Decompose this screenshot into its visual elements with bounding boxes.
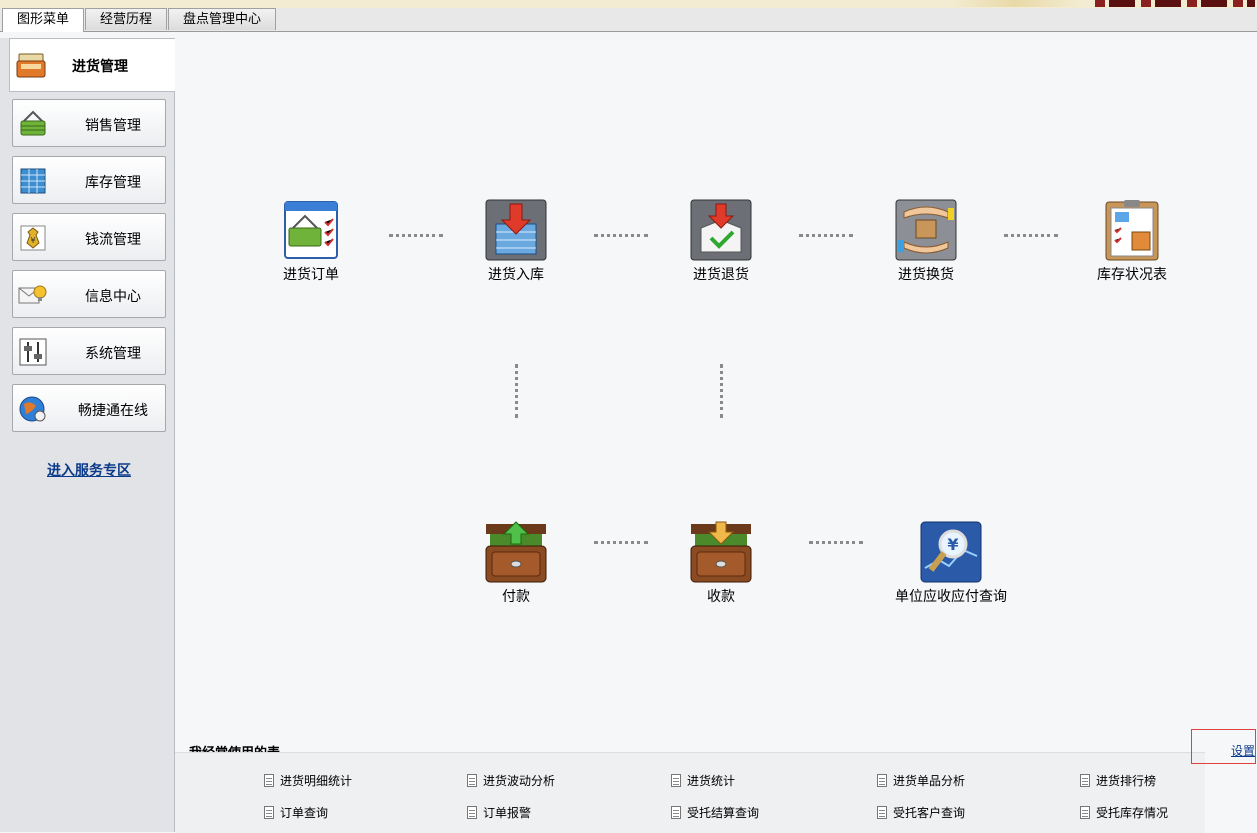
tab-bar: 图形菜单 经营历程 盘点管理中心 <box>0 8 1257 32</box>
exchange-goods-icon <box>894 198 958 262</box>
flow-connector <box>594 234 648 237</box>
favorite-report-link[interactable]: 进货波动分析 <box>467 772 555 789</box>
flow-purchase-return[interactable]: 进货退货 <box>681 198 761 284</box>
sidebar-item-cashflow[interactable]: ¥ 钱流管理 <box>12 213 166 261</box>
shelf-grid-icon <box>18 166 48 196</box>
envelope-bulb-icon <box>18 280 48 310</box>
sidebar-item-label: 库存管理 <box>85 175 141 191</box>
sidebar-item-inventory[interactable]: 库存管理 <box>12 156 166 204</box>
document-icon <box>1080 806 1090 819</box>
document-icon <box>1080 774 1090 787</box>
flow-label: 进货退货 <box>693 267 749 283</box>
banner-decoration <box>1095 0 1255 7</box>
svg-text:¥: ¥ <box>30 236 35 245</box>
tab-business-history[interactable]: 经营历程 <box>85 8 167 30</box>
flow-label: 进货订单 <box>283 267 339 283</box>
settings-sliders-icon <box>18 337 48 367</box>
favorite-report-label: 进货波动分析 <box>483 774 556 788</box>
document-icon <box>467 774 477 787</box>
sidebar-item-label: 钱流管理 <box>85 232 141 248</box>
flow-label: 单位应收应付查询 <box>895 589 1007 605</box>
favorite-report-link[interactable]: 受托客户查询 <box>877 804 965 821</box>
purchase-return-icon <box>689 198 753 262</box>
favorite-report-label: 订单查询 <box>280 806 329 820</box>
document-icon <box>264 806 274 819</box>
document-icon <box>671 774 681 787</box>
shopping-basket-icon <box>18 109 48 139</box>
flow-payment[interactable]: 付款 <box>476 520 556 606</box>
flow-label: 库存状况表 <box>1097 267 1167 283</box>
sidebar-item-label: 系统管理 <box>85 346 141 362</box>
money-bag-icon: ¥ <box>18 223 48 253</box>
flow-purchase-order[interactable]: 进货订单 <box>271 198 351 284</box>
flow-exchange-goods[interactable]: 进货换货 <box>886 198 966 284</box>
payment-drawer-icon <box>484 520 548 584</box>
flow-connector <box>594 541 648 544</box>
banner-decoration <box>950 0 1080 7</box>
favorite-report-link[interactable]: 受托结算查询 <box>671 804 759 821</box>
top-banner-strip <box>0 0 1257 8</box>
favorite-report-link[interactable]: 进货明细统计 <box>264 772 352 789</box>
flow-label: 付款 <box>502 589 530 605</box>
inventory-report-icon <box>1100 198 1164 262</box>
sidebar-item-info-center[interactable]: 信息中心 <box>12 270 166 318</box>
flow-connector <box>515 364 518 418</box>
favorite-report-link[interactable]: 订单查询 <box>264 804 328 821</box>
favorite-report-label: 受托库存情况 <box>1096 806 1169 820</box>
globe-icon <box>18 394 48 424</box>
main-canvas <box>175 40 1257 832</box>
sidebar-current-module[interactable]: 进货管理 <box>9 38 175 92</box>
document-icon <box>467 806 477 819</box>
document-icon <box>877 806 887 819</box>
favorite-report-link[interactable]: 进货统计 <box>671 772 735 789</box>
document-icon <box>264 774 274 787</box>
favorite-report-link[interactable]: 受托库存情况 <box>1080 804 1168 821</box>
tab-graphic-menu[interactable]: 图形菜单 <box>2 8 84 32</box>
tab-stocktake-center[interactable]: 盘点管理中心 <box>168 8 276 30</box>
flow-label: 收款 <box>707 589 735 605</box>
favorites-settings-link[interactable]: 设置 <box>1231 742 1255 759</box>
flow-connector <box>389 234 443 237</box>
stock-in-icon <box>484 198 548 262</box>
favorite-report-label: 进货明细统计 <box>280 774 353 788</box>
sidebar-item-system[interactable]: 系统管理 <box>12 327 166 375</box>
favorite-report-link[interactable]: 进货排行榜 <box>1080 772 1156 789</box>
svg-text:¥: ¥ <box>947 535 958 554</box>
cash-register-icon <box>16 51 46 79</box>
flow-connector <box>799 234 853 237</box>
sidebar-item-label: 畅捷通在线 <box>78 403 148 419</box>
document-icon <box>877 774 887 787</box>
flow-inventory-report[interactable]: 库存状况表 <box>1085 198 1179 284</box>
favorite-report-label: 受托结算查询 <box>687 806 760 820</box>
flow-connector <box>1004 234 1058 237</box>
favorite-report-label: 进货统计 <box>687 774 736 788</box>
favorite-report-link[interactable]: 进货单品分析 <box>877 772 965 789</box>
sidebar-item-label: 信息中心 <box>85 289 141 305</box>
favorite-report-label: 进货单品分析 <box>893 774 966 788</box>
flow-receipt[interactable]: 收款 <box>681 520 761 606</box>
sidebar-item-label: 销售管理 <box>85 118 141 134</box>
service-zone-link[interactable]: 进入服务专区 <box>47 460 131 480</box>
flow-label: 进货入库 <box>488 267 544 283</box>
sidebar-item-sales[interactable]: 销售管理 <box>12 99 166 147</box>
document-icon <box>671 806 681 819</box>
flow-receivable-payable-query[interactable]: ¥ 单位应收应付查询 <box>886 520 1016 606</box>
sidebar-current-label: 进货管理 <box>72 59 128 75</box>
yen-search-icon: ¥ <box>919 520 983 584</box>
flow-label: 进货换货 <box>898 267 954 283</box>
favorite-report-label: 受托客户查询 <box>893 806 966 820</box>
favorite-report-label: 订单报警 <box>483 806 532 820</box>
purchase-order-icon <box>279 198 343 262</box>
flow-stock-in[interactable]: 进货入库 <box>476 198 556 284</box>
sidebar: 进货管理 销售管理 库存管理 ¥ 钱流管理 信息中心 系统管理 畅捷通在线 进入… <box>0 38 175 832</box>
flow-connector <box>720 364 723 418</box>
favorite-report-label: 进货排行榜 <box>1096 774 1157 788</box>
flow-connector <box>809 541 863 544</box>
sidebar-item-chanjet-online[interactable]: 畅捷通在线 <box>12 384 166 432</box>
receipt-drawer-icon <box>689 520 753 584</box>
favorite-report-link[interactable]: 订单报警 <box>467 804 531 821</box>
